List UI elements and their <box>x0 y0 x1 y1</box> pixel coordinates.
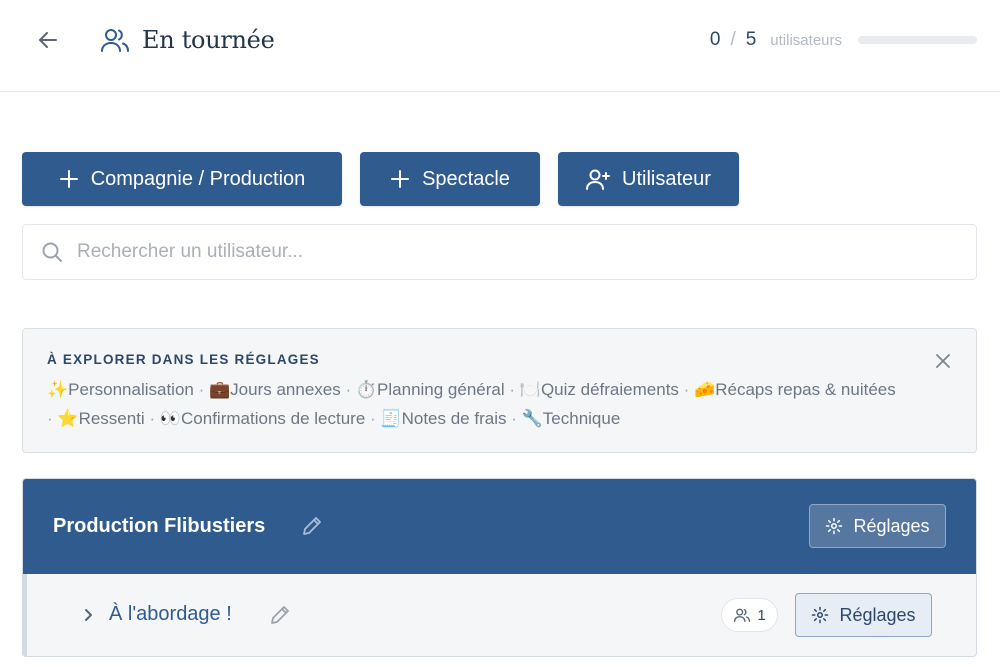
chevron-right-icon[interactable] <box>79 606 97 624</box>
production-settings-button[interactable]: Réglages <box>809 504 946 548</box>
user-count-separator: / <box>730 29 736 50</box>
top-bar: En tournée 0 / 5 utilisateurs <box>0 0 1000 92</box>
users-icon <box>101 29 129 52</box>
explore-separator: · <box>370 409 376 428</box>
explore-item[interactable]: 💼Jours annexes <box>209 380 341 399</box>
production-name: Production Flibustiers <box>53 515 266 537</box>
explore-item[interactable]: 🔧Technique <box>522 409 621 428</box>
explore-item[interactable]: 🧀Récaps repas & nuitées <box>694 380 896 399</box>
explore-item[interactable]: ⏱️Planning général <box>356 380 505 399</box>
user-count-max: 5 <box>745 29 757 50</box>
explore-line-1: ✨Personnalisation · 💼Jours annexes · ⏱️P… <box>47 380 896 400</box>
show-row[interactable]: À l'abordage ! 1 Réglages <box>23 574 976 656</box>
show-name[interactable]: À l'abordage ! <box>109 603 232 626</box>
gear-icon <box>812 606 829 624</box>
explore-separator: · <box>198 380 205 399</box>
explore-item[interactable]: 👀Confirmations de lecture <box>160 409 365 428</box>
user-plus-icon <box>586 169 611 190</box>
add-show-label: Spectacle <box>422 167 510 190</box>
gear-icon <box>826 517 843 535</box>
search-icon <box>42 242 62 262</box>
add-company-button[interactable]: Compagnie / Production <box>22 152 342 206</box>
back-button[interactable] <box>34 26 62 54</box>
show-settings-button[interactable]: Réglages <box>795 593 932 637</box>
explore-separator: · <box>509 380 516 399</box>
add-company-label: Compagnie / Production <box>90 167 306 190</box>
explore-separator: · <box>47 409 53 428</box>
show-settings-label: Réglages <box>839 604 916 625</box>
plus-icon <box>391 170 410 188</box>
explore-separator: · <box>683 380 690 399</box>
production-header: Production Flibustiers Réglages <box>23 479 976 574</box>
explore-item[interactable]: ✨Personnalisation <box>47 380 194 399</box>
explore-separator: · <box>149 409 156 428</box>
arrow-left-icon <box>39 32 57 48</box>
production-settings-label: Réglages <box>853 515 930 536</box>
explore-item[interactable]: ⭐Ressenti <box>57 409 144 428</box>
user-count-current: 0 <box>709 29 721 50</box>
add-user-button[interactable]: Utilisateur <box>558 152 739 206</box>
search-input[interactable] <box>77 241 957 263</box>
users-icon <box>734 608 751 622</box>
explore-separator: · <box>345 380 352 399</box>
close-icon <box>936 354 950 368</box>
explore-settings-box: À EXPLORER DANS LES RÉGLAGES ✨Personnali… <box>22 328 977 453</box>
add-show-button[interactable]: Spectacle <box>360 152 540 206</box>
user-count-unit: utilisateurs <box>770 32 842 49</box>
member-count: 1 <box>757 606 766 624</box>
add-user-label: Utilisateur <box>622 167 711 190</box>
explore-heading: À EXPLORER DANS LES RÉGLAGES <box>47 352 320 367</box>
pencil-icon[interactable] <box>269 604 291 626</box>
search-box <box>22 224 977 280</box>
explore-item[interactable]: 🧾Notes de frais <box>380 409 506 428</box>
user-count: 0 / 5 utilisateurs <box>710 29 842 51</box>
member-count-badge: 1 <box>721 598 778 632</box>
explore-item[interactable]: 🍽️Quiz défraiements <box>520 380 679 399</box>
explore-line-2: · ⭐Ressenti · 👀Confirmations de lecture … <box>47 409 620 429</box>
explore-separator: · <box>511 409 517 428</box>
page-title: En tournée <box>142 26 275 54</box>
user-count-progress-bar <box>858 36 977 44</box>
plus-icon <box>59 170 78 188</box>
production-card: Production Flibustiers Réglages À l'abor… <box>22 478 977 657</box>
close-button[interactable] <box>932 350 954 372</box>
pencil-icon[interactable] <box>301 515 323 537</box>
